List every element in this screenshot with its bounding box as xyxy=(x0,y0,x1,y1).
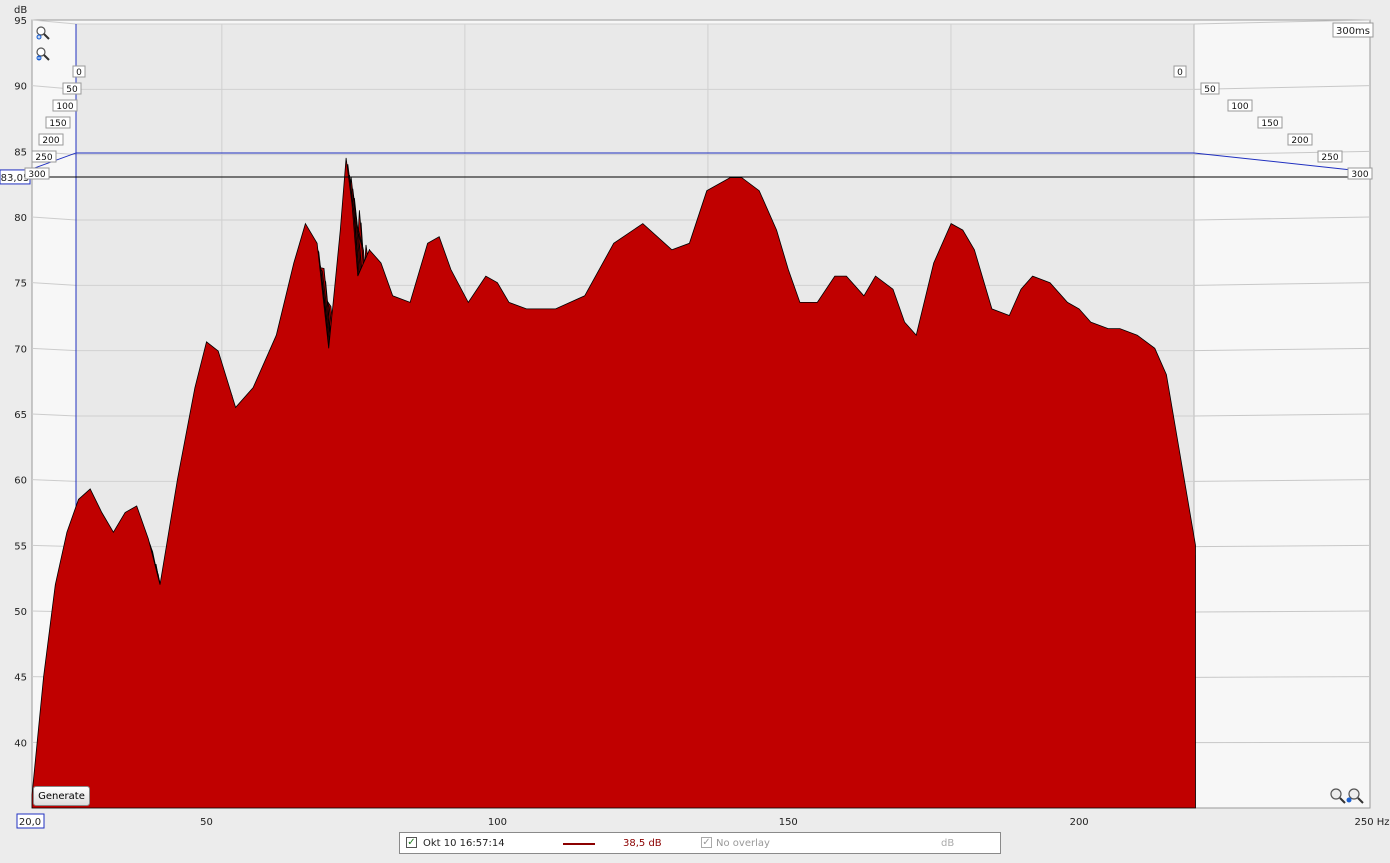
time-tick-label-left: 250 xyxy=(35,153,52,163)
y-tick-label: 55 xyxy=(14,541,27,552)
x-min-label: 20,0 xyxy=(19,817,41,828)
time-tick-label-left: 50 xyxy=(66,85,78,95)
x-tick-label: 50 xyxy=(200,817,213,828)
y-tick-label: 90 xyxy=(14,82,27,93)
time-tick-label-left: 200 xyxy=(42,136,59,146)
overlay-checkbox[interactable]: ✓ xyxy=(701,837,712,848)
time-tick-label-right: 250 xyxy=(1321,153,1338,163)
y-tick-label: 65 xyxy=(14,410,27,421)
x-max-label: 250 Hz xyxy=(1354,817,1389,828)
zoom-pan-icon[interactable] xyxy=(1327,785,1367,807)
unit-label: dB xyxy=(941,838,955,849)
y-tick-label: 85 xyxy=(14,147,27,158)
time-tick-label-left: 100 xyxy=(56,102,73,112)
y-tick-label: 60 xyxy=(14,476,27,487)
x-tick-label: 200 xyxy=(1070,817,1089,828)
time-tick-label-right: 300 xyxy=(1351,170,1368,180)
zoom-out-icon[interactable] xyxy=(35,46,51,64)
y-tick-label: 75 xyxy=(14,279,27,290)
y-tick-label: 70 xyxy=(14,344,27,355)
time-tick-label-right: 100 xyxy=(1231,102,1248,112)
level-value: 38,5 dB xyxy=(623,838,662,849)
time-tick-label-left: 150 xyxy=(49,119,66,129)
generate-button[interactable]: Generate xyxy=(33,786,90,806)
zoom-in-icon[interactable] xyxy=(35,25,51,43)
y-axis-unit: dB xyxy=(14,5,27,16)
legend-bar: ✓ Okt 10 16:57:14 38,5 dB ✓ No overlay d… xyxy=(399,832,1001,854)
time-max-label: 300ms xyxy=(1336,26,1370,37)
measurement-checkbox[interactable]: ✓ xyxy=(406,837,417,848)
y-tick-label: 45 xyxy=(14,673,27,684)
time-tick-label-right: 150 xyxy=(1261,119,1278,129)
time-tick-label-left: 300 xyxy=(28,170,45,180)
time-tick-label-right: 0 xyxy=(1177,68,1183,78)
overlay-label: No overlay xyxy=(716,838,770,849)
y-tick-label: 40 xyxy=(14,738,27,749)
y-tick-label: 50 xyxy=(14,607,27,618)
time-tick-label-left: 0 xyxy=(76,68,82,78)
waterfall-chart: 404550556065707580859095dB83,0550 100 150 2… xyxy=(0,0,1390,863)
y-tick-label: 95 xyxy=(14,16,27,27)
y-tick-label: 80 xyxy=(14,213,27,224)
x-tick-label: 100 xyxy=(488,817,507,828)
measurement-label: Okt 10 16:57:14 xyxy=(423,838,505,849)
time-tick-label-right: 50 xyxy=(1204,85,1216,95)
time-tick-label-right: 200 xyxy=(1291,136,1308,146)
trace-line-swatch xyxy=(563,843,595,845)
gridline-right xyxy=(1193,676,1371,678)
x-tick-label: 150 xyxy=(779,817,798,828)
